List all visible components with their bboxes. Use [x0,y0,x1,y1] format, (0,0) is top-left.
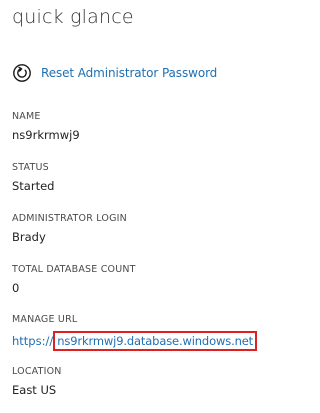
field-status-value: Started [12,179,55,193]
field-manage-url: MANAGE URL https:// ns9rkrmwj9.database.… [12,314,257,351]
field-location-value: East US [12,383,57,397]
manage-url-highlighted-host[interactable]: ns9rkrmwj9.database.windows.net [53,331,257,351]
field-database-count-label: TOTAL DATABASE COUNT [12,264,136,275]
field-admin-login-value: Brady [12,230,46,244]
field-location: LOCATION East US [12,366,244,397]
reset-admin-password-label: Reset Administrator Password [41,66,218,80]
field-database-count: TOTAL DATABASE COUNT 0 [12,264,244,295]
reset-admin-password-link[interactable]: Reset Administrator Password [12,62,217,84]
field-admin-login-label: ADMINISTRATOR LOGIN [12,213,127,224]
field-name: NAME ns9rkrmwj9 [12,111,244,142]
field-name-value: ns9rkrmwj9 [12,128,80,142]
manage-url-prefix: https:// [12,334,54,348]
quick-glance-panel: quick glance Reset Administrator Passwor… [0,0,257,413]
field-status-label: STATUS [12,162,49,173]
field-database-count-value: 0 [12,281,20,295]
refresh-icon [12,63,32,83]
field-admin-login: ADMINISTRATOR LOGIN Brady [12,213,244,244]
panel-title: quick glance [12,6,134,28]
field-status: STATUS Started [12,162,244,193]
field-location-label: LOCATION [12,366,62,377]
field-name-label: NAME [12,111,41,122]
manage-url-link[interactable]: https:// ns9rkrmwj9.database.windows.net [12,331,257,351]
field-manage-url-label: MANAGE URL [12,314,78,325]
